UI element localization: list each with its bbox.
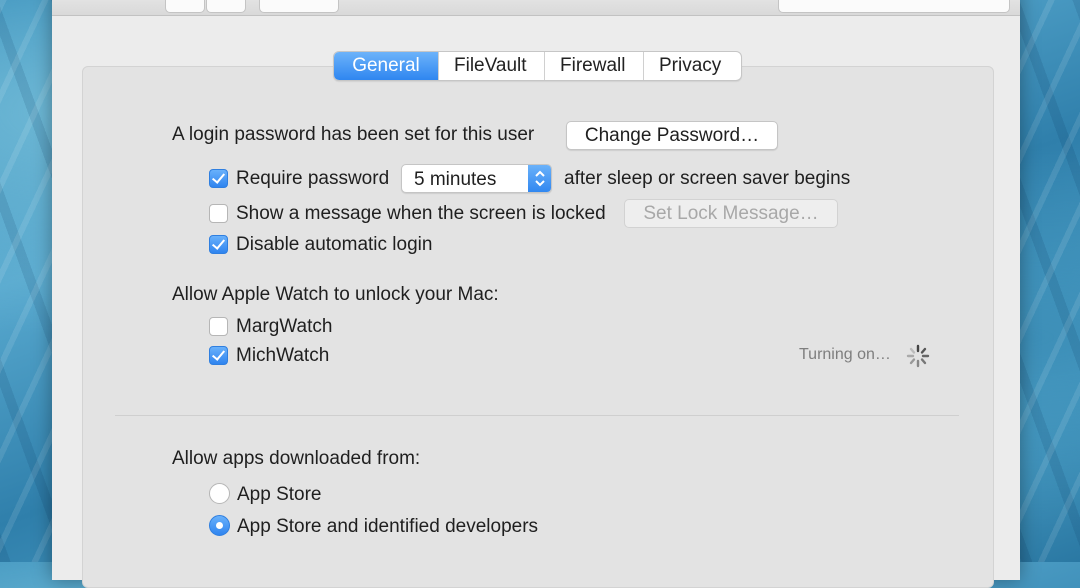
require-password-checkbox[interactable] xyxy=(209,169,228,188)
margwatch-label: MargWatch xyxy=(236,316,333,337)
after-sleep-text: after sleep or screen saver begins xyxy=(564,168,851,189)
require-password-delay-value: 5 minutes xyxy=(414,169,497,190)
segmented-tabs: General FileVault Firewall Privacy xyxy=(333,51,742,81)
require-password-label: Require password xyxy=(236,168,390,189)
watch-status-text: Turning on… xyxy=(799,346,891,363)
tab-privacy[interactable]: Privacy xyxy=(643,52,741,80)
show-message-checkbox[interactable] xyxy=(209,204,228,223)
michwatch-label: MichWatch xyxy=(236,345,330,366)
disable-auto-login-label: Disable automatic login xyxy=(236,234,433,255)
show-message-label: Show a message when the screen is locked xyxy=(236,203,606,224)
tab-general[interactable]: General xyxy=(334,52,438,80)
apple-watch-heading: Allow Apple Watch to unlock your Mac: xyxy=(172,284,499,305)
identified-developers-radio[interactable] xyxy=(209,515,230,536)
set-lock-message-button[interactable]: Set Lock Message… xyxy=(624,199,838,228)
tab-firewall[interactable]: Firewall xyxy=(544,52,643,80)
back-button[interactable] xyxy=(165,0,205,13)
disable-auto-login-checkbox[interactable] xyxy=(209,235,228,254)
popup-stepper-icon xyxy=(528,165,551,192)
window-toolbar xyxy=(52,0,1020,16)
show-all-button[interactable] xyxy=(259,0,339,13)
identified-developers-label: App Store and identified developers xyxy=(237,516,539,537)
tab-filevault[interactable]: FileVault xyxy=(438,52,544,80)
downloads-heading: Allow apps downloaded from: xyxy=(172,448,421,469)
michwatch-checkbox[interactable] xyxy=(209,346,228,365)
margwatch-checkbox[interactable] xyxy=(209,317,228,336)
spinner-icon xyxy=(905,343,931,369)
search-input[interactable] xyxy=(778,0,1010,13)
require-password-delay-select[interactable]: 5 minutes xyxy=(401,164,552,193)
section-divider xyxy=(115,415,959,416)
app-store-radio[interactable] xyxy=(209,483,230,504)
app-store-label: App Store xyxy=(237,484,322,505)
login-password-text: A login password has been set for this u… xyxy=(172,124,535,145)
change-password-button[interactable]: Change Password… xyxy=(566,121,778,150)
forward-button[interactable] xyxy=(206,0,246,13)
